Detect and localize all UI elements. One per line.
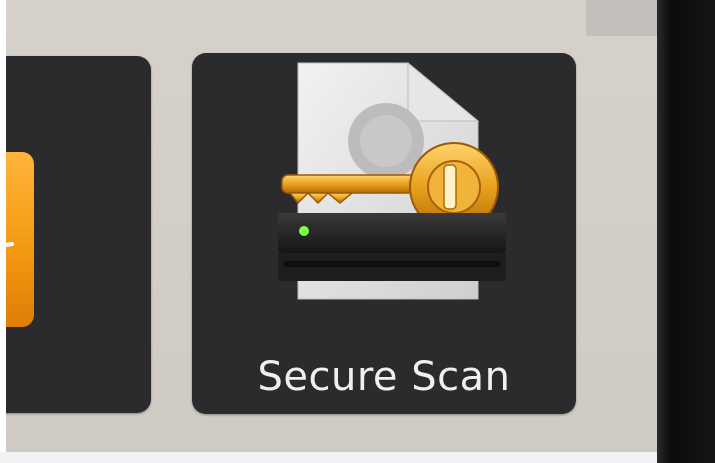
secure-scan-key-icon [268,57,508,305]
scroll-area-corner [586,0,657,36]
secure-scan-tile[interactable]: Secure Scan [192,53,576,414]
orange-app-icon [6,152,34,327]
device-bezel [657,0,715,463]
secure-scan-label: Secure Scan [257,354,511,400]
app-tile-partial[interactable] [6,56,151,413]
screen-bottom-edge [0,452,657,463]
printer-home-screen: Secure Scan [6,0,657,452]
